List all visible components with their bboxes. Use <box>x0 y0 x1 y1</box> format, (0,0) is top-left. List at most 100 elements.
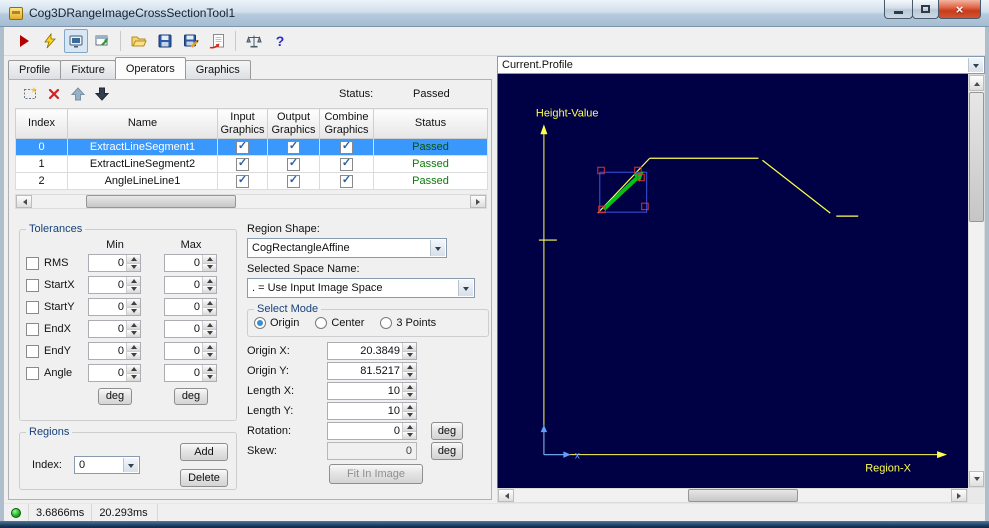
spin-up-button[interactable] <box>203 321 216 330</box>
new-operator-button[interactable] <box>21 85 39 103</box>
move-down-button[interactable] <box>93 85 111 103</box>
spin-up-button[interactable] <box>203 299 216 308</box>
origin-y-spinner[interactable]: 81.5217 <box>327 362 417 380</box>
spin-up-button[interactable] <box>127 321 140 330</box>
delete-operator-button[interactable] <box>45 85 63 103</box>
region-shape-combobox[interactable]: CogRectangleAffine <box>247 238 447 258</box>
rms-checkbox[interactable] <box>26 256 39 270</box>
spin-down-button[interactable] <box>403 431 416 439</box>
table-row[interactable]: 1 ExtractLineSegment2 ✓ ✓ ✓ Passed <box>15 155 488 173</box>
close-button[interactable]: × <box>938 0 981 19</box>
spin-down-button[interactable] <box>403 351 416 359</box>
col-header-combine-graphics[interactable]: Combine Graphics <box>319 108 374 139</box>
col-header-input-graphics[interactable]: Input Graphics <box>217 108 268 139</box>
output-graphics-checkbox[interactable]: ✓ <box>287 174 300 188</box>
spin-down-button[interactable] <box>403 411 416 419</box>
mode-center-radio[interactable]: Center <box>315 317 364 329</box>
spin-down-button[interactable] <box>203 285 216 293</box>
region-handle[interactable] <box>641 202 649 211</box>
spin-down-button[interactable] <box>403 391 416 399</box>
scroll-right-button[interactable] <box>470 195 486 208</box>
spin-down-button[interactable] <box>127 285 140 293</box>
startx-min-spinner[interactable]: 0 <box>88 276 141 294</box>
spin-up-button[interactable] <box>203 365 216 374</box>
add-region-button[interactable]: Add <box>180 443 228 461</box>
combine-graphics-checkbox[interactable]: ✓ <box>340 140 353 154</box>
move-up-button[interactable] <box>69 85 87 103</box>
scroll-down-button[interactable] <box>969 471 984 487</box>
min-deg-button[interactable]: deg <box>98 387 132 405</box>
region-handle[interactable] <box>597 166 605 175</box>
float-display-button[interactable] <box>90 29 114 53</box>
endy-checkbox[interactable] <box>26 344 39 358</box>
run-button[interactable] <box>12 29 36 53</box>
angle-min-spinner[interactable]: 0 <box>88 364 141 382</box>
spin-down-button[interactable] <box>203 263 216 271</box>
endx-checkbox[interactable] <box>26 322 39 336</box>
spin-down-button[interactable] <box>127 307 140 315</box>
endx-max-spinner[interactable]: 0 <box>164 320 217 338</box>
chevron-down-icon[interactable] <box>968 58 983 72</box>
length-x-spinner[interactable]: 10 <box>327 382 417 400</box>
startx-checkbox[interactable] <box>26 278 39 292</box>
angle-checkbox[interactable] <box>26 366 39 380</box>
combine-graphics-checkbox[interactable]: ✓ <box>340 157 353 171</box>
trigger-button[interactable] <box>38 29 62 53</box>
endy-min-spinner[interactable]: 0 <box>88 342 141 360</box>
spin-down-button[interactable] <box>203 373 216 381</box>
spin-up-button[interactable] <box>403 383 416 392</box>
mode-origin-radio[interactable]: Origin <box>254 317 299 329</box>
table-row[interactable]: 2 AngleLineLine1 ✓ ✓ ✓ Passed <box>15 172 488 190</box>
profile-selector[interactable]: Current.Profile <box>497 56 985 74</box>
input-graphics-checkbox[interactable]: ✓ <box>236 157 249 171</box>
scroll-thumb[interactable] <box>688 489 798 502</box>
spin-down-button[interactable] <box>403 371 416 379</box>
startx-max-spinner[interactable]: 0 <box>164 276 217 294</box>
spin-up-button[interactable] <box>127 299 140 308</box>
save-as-button[interactable] <box>179 29 203 53</box>
app-icon[interactable] <box>9 6 23 20</box>
col-header-name[interactable]: Name <box>67 108 218 139</box>
output-graphics-checkbox[interactable]: ✓ <box>287 157 300 171</box>
tab-graphics[interactable]: Graphics <box>184 60 251 79</box>
region-arrow[interactable] <box>602 176 639 211</box>
col-header-status[interactable]: Status <box>373 108 488 139</box>
angle-max-spinner[interactable]: 0 <box>164 364 217 382</box>
origin-x-spinner[interactable]: 20.3849 <box>327 342 417 360</box>
starty-checkbox[interactable] <box>26 300 39 314</box>
scales-button[interactable] <box>242 29 266 53</box>
rotation-deg-button[interactable]: deg <box>431 422 463 440</box>
image-display-toggle[interactable] <box>64 29 88 53</box>
length-y-spinner[interactable]: 10 <box>327 402 417 420</box>
combine-graphics-checkbox[interactable]: ✓ <box>340 174 353 188</box>
tab-operators[interactable]: Operators <box>114 57 186 79</box>
table-row[interactable]: 0 ExtractLineSegment1 ✓ ✓ ✓ Passed <box>15 138 488 156</box>
col-header-output-graphics[interactable]: Output Graphics <box>267 108 320 139</box>
starty-min-spinner[interactable]: 0 <box>88 298 141 316</box>
fit-in-image-button[interactable]: Fit In Image <box>329 464 423 484</box>
spin-down-button[interactable] <box>203 351 216 359</box>
table-hscrollbar[interactable] <box>15 194 487 209</box>
spin-up-button[interactable] <box>203 255 216 264</box>
spin-down-button[interactable] <box>127 329 140 337</box>
rms-max-spinner[interactable]: 0 <box>164 254 217 272</box>
profile-plot[interactable]: Height-Value Region-X x <box>497 74 968 488</box>
selected-space-combobox[interactable]: . = Use Input Image Space <box>247 278 475 298</box>
endx-min-spinner[interactable]: 0 <box>88 320 141 338</box>
scroll-left-button[interactable] <box>498 489 514 502</box>
import-button[interactable] <box>205 29 229 53</box>
tab-profile[interactable]: Profile <box>8 60 62 79</box>
spin-up-button[interactable] <box>403 363 416 372</box>
col-header-index[interactable]: Index <box>15 108 68 139</box>
help-button[interactable]: ? <box>268 29 292 53</box>
scroll-right-button[interactable] <box>951 489 967 502</box>
plot-vscrollbar[interactable] <box>968 74 985 488</box>
mode-3points-radio[interactable]: 3 Points <box>380 317 436 329</box>
plot-hscrollbar[interactable] <box>497 488 968 503</box>
spin-down-button[interactable] <box>127 263 140 271</box>
region-overlay[interactable] <box>597 166 649 214</box>
spin-down-button[interactable] <box>203 307 216 315</box>
input-graphics-checkbox[interactable]: ✓ <box>236 140 249 154</box>
input-graphics-checkbox[interactable]: ✓ <box>236 174 249 188</box>
open-file-button[interactable] <box>127 29 151 53</box>
